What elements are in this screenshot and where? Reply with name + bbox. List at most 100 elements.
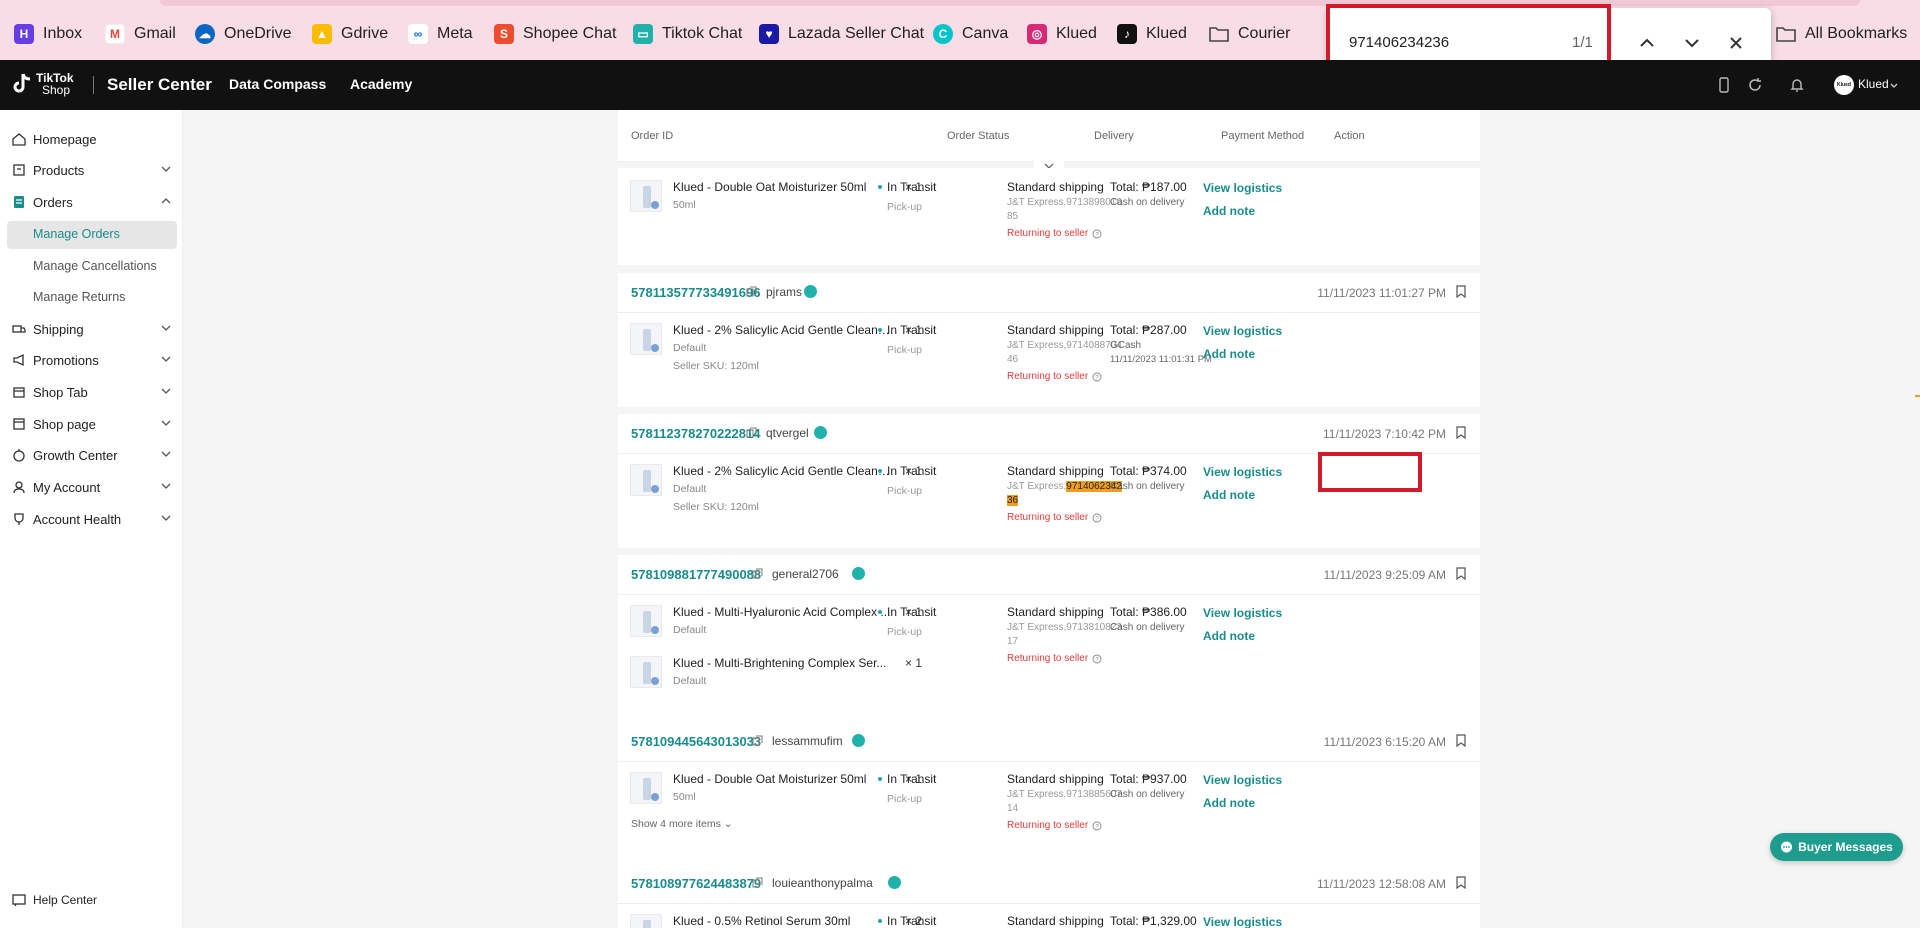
bell-icon[interactable] [1789,77,1805,93]
bookmark-courier[interactable]: Courier [1209,22,1290,46]
sidebar-item-manage-orders[interactable]: Manage Orders [33,227,120,241]
copy-icon[interactable] [746,286,757,297]
buyer-name[interactable]: pjrams [766,285,802,299]
sidebar-item-promotions[interactable]: Promotions [12,348,172,372]
bookmark-inbox[interactable]: H Inbox [14,22,82,46]
product-name[interactable]: Klued - Multi-Hyaluronic Acid Complex ..… [673,605,893,619]
add-note-button[interactable]: Add note [1203,347,1255,361]
chevron-down-icon [161,515,171,521]
copy-icon[interactable] [752,735,763,746]
bookmark-canva[interactable]: C Canva [933,22,1008,46]
orders-main: Order ID Order Status Delivery Payment M… [184,110,1920,928]
sidebar-item-manage-cancellations[interactable]: Manage Cancellations [33,259,157,273]
bookmark-icon[interactable] [1456,426,1466,439]
copy-icon[interactable] [752,877,763,888]
buyer-name[interactable]: general2706 [772,567,839,581]
order-status: In Transit [877,772,937,786]
add-note-button[interactable]: Add note [1203,629,1255,643]
chat-icon[interactable] [852,567,865,580]
bookmark-gmail[interactable]: M Gmail [105,22,176,46]
buyer-name[interactable]: qtvergel [766,426,809,440]
sidebar-item-manage-returns[interactable]: Manage Returns [33,290,125,304]
header-order-status: Order Status [947,130,1010,142]
bookmark-tiktok-chat[interactable]: ▭ Tiktok Chat [633,22,742,46]
order-total: Total: ₱1,329.00 [1110,914,1197,928]
view-logistics-button[interactable]: View logistics [1203,773,1282,787]
canva-icon: C [933,24,953,44]
find-next-button[interactable] [1679,30,1705,56]
bookmark-onedrive[interactable]: ☁ OneDrive [195,22,292,46]
find-previous-button[interactable] [1634,30,1660,56]
payment-method: Cash on delivery [1110,197,1185,208]
product-name[interactable]: Klued - 2% Salicylic Acid Gentle Cleans.… [673,323,893,337]
chat-icon[interactable] [888,876,901,889]
sidebar-item-shop-tab[interactable]: Shop Tab [12,380,172,404]
bookmark-meta[interactable]: ∞ Meta [408,22,473,46]
sidebar-item-homepage[interactable]: Homepage [12,127,172,151]
view-logistics-button[interactable]: View logistics [1203,606,1282,620]
nav-data-compass[interactable]: Data Compass [229,76,326,92]
order-id-link[interactable]: 578109881777490088 [631,567,761,582]
view-logistics-button[interactable]: View logistics [1203,915,1282,928]
product-name[interactable]: Klued - 0.5% Retinol Serum 30ml [673,914,893,928]
copy-icon[interactable] [752,568,763,579]
sidebar-item-my-account[interactable]: My Account [12,475,172,499]
refresh-icon[interactable] [1747,77,1763,93]
bookmark-klued-tiktok[interactable]: ♪ Klued [1117,22,1187,46]
question-icon: ? [1092,654,1102,663]
returning-status: Returning to seller? [1007,371,1102,382]
order-id-link[interactable]: 578112378270222814 [631,426,760,441]
product-name[interactable]: Klued - Double Oat Moisturizer 50ml [673,180,893,194]
add-note-button[interactable]: Add note [1203,204,1255,218]
bookmark-klued-instagram[interactable]: ◎ Klued [1027,22,1097,46]
bookmark-shopee-chat[interactable]: S Shopee Chat [494,22,616,46]
order-id-link[interactable]: 578108977624483879 [631,876,761,891]
seller-center-title[interactable]: Seller Center [107,75,212,95]
bookmark-icon[interactable] [1456,876,1466,889]
tiktok-shop-logo[interactable]: TikTok Shop [12,72,74,96]
add-note-button[interactable]: Add note [1203,488,1255,502]
buyer-name[interactable]: louieanthonypalma [772,876,873,890]
product-name[interactable]: Klued - Multi-Brightening Complex Ser... [673,656,893,670]
chat-icon[interactable] [852,734,865,747]
avatar[interactable]: Klued [1834,75,1854,95]
sidebar-item-account-health[interactable]: Account Health [12,507,172,531]
lazada-icon: ♥ [759,24,779,44]
sidebar-item-orders[interactable]: Orders [12,190,172,214]
product-name[interactable]: Klued - Double Oat Moisturizer 50ml [673,772,893,786]
show-more-items-link[interactable]: Show 4 more items ⌄ [631,818,733,830]
account-menu[interactable]: Klued [1858,77,1889,91]
help-center-link[interactable]: Help Center [12,893,97,907]
buyer-messages-button[interactable]: Buyer Messages [1770,833,1903,861]
bookmark-icon[interactable] [1456,734,1466,747]
question-icon: ? [1092,229,1102,238]
all-bookmarks[interactable]: All Bookmarks [1776,22,1907,46]
bookmark-lazada-seller-chat[interactable]: ♥ Lazada Seller Chat [759,22,924,46]
view-logistics-button[interactable]: View logistics [1203,465,1282,479]
bookmark-icon[interactable] [1456,285,1466,298]
view-logistics-button[interactable]: View logistics [1203,324,1282,338]
find-close-button[interactable] [1723,30,1749,56]
sidebar-item-shop-page[interactable]: Shop page [12,412,172,436]
add-note-button[interactable]: Add note [1203,796,1255,810]
chat-icon[interactable] [804,285,817,298]
tracking-number: J&T Express,9713810823 17 [1007,622,1122,647]
pickup-label: Pick-up [887,344,923,356]
order-id-link[interactable]: 578113577733491696 [631,285,760,300]
chat-bubble-icon [1781,841,1793,852]
product-name[interactable]: Klued - 2% Salicylic Acid Gentle Cleans.… [673,464,893,478]
nav-academy[interactable]: Academy [350,76,412,92]
sidebar-item-products[interactable]: Products [12,158,172,182]
bookmark-gdrive[interactable]: ▲ Gdrive [312,22,388,46]
bookmark-icon[interactable] [1456,567,1466,580]
buyer-name[interactable]: lessammufim [772,734,843,748]
view-logistics-button[interactable]: View logistics [1203,181,1282,195]
sidebar-item-growth-center[interactable]: Growth Center [12,443,172,467]
pickup-label: Pick-up [887,485,923,497]
order-id-link[interactable]: 578109445643013033 [631,734,761,749]
chat-icon[interactable] [814,426,827,439]
phone-icon[interactable] [1716,77,1732,93]
sidebar-item-shipping[interactable]: Shipping [12,317,172,341]
order-total: Total: ₱187.00 [1110,180,1187,194]
copy-icon[interactable] [746,427,757,438]
